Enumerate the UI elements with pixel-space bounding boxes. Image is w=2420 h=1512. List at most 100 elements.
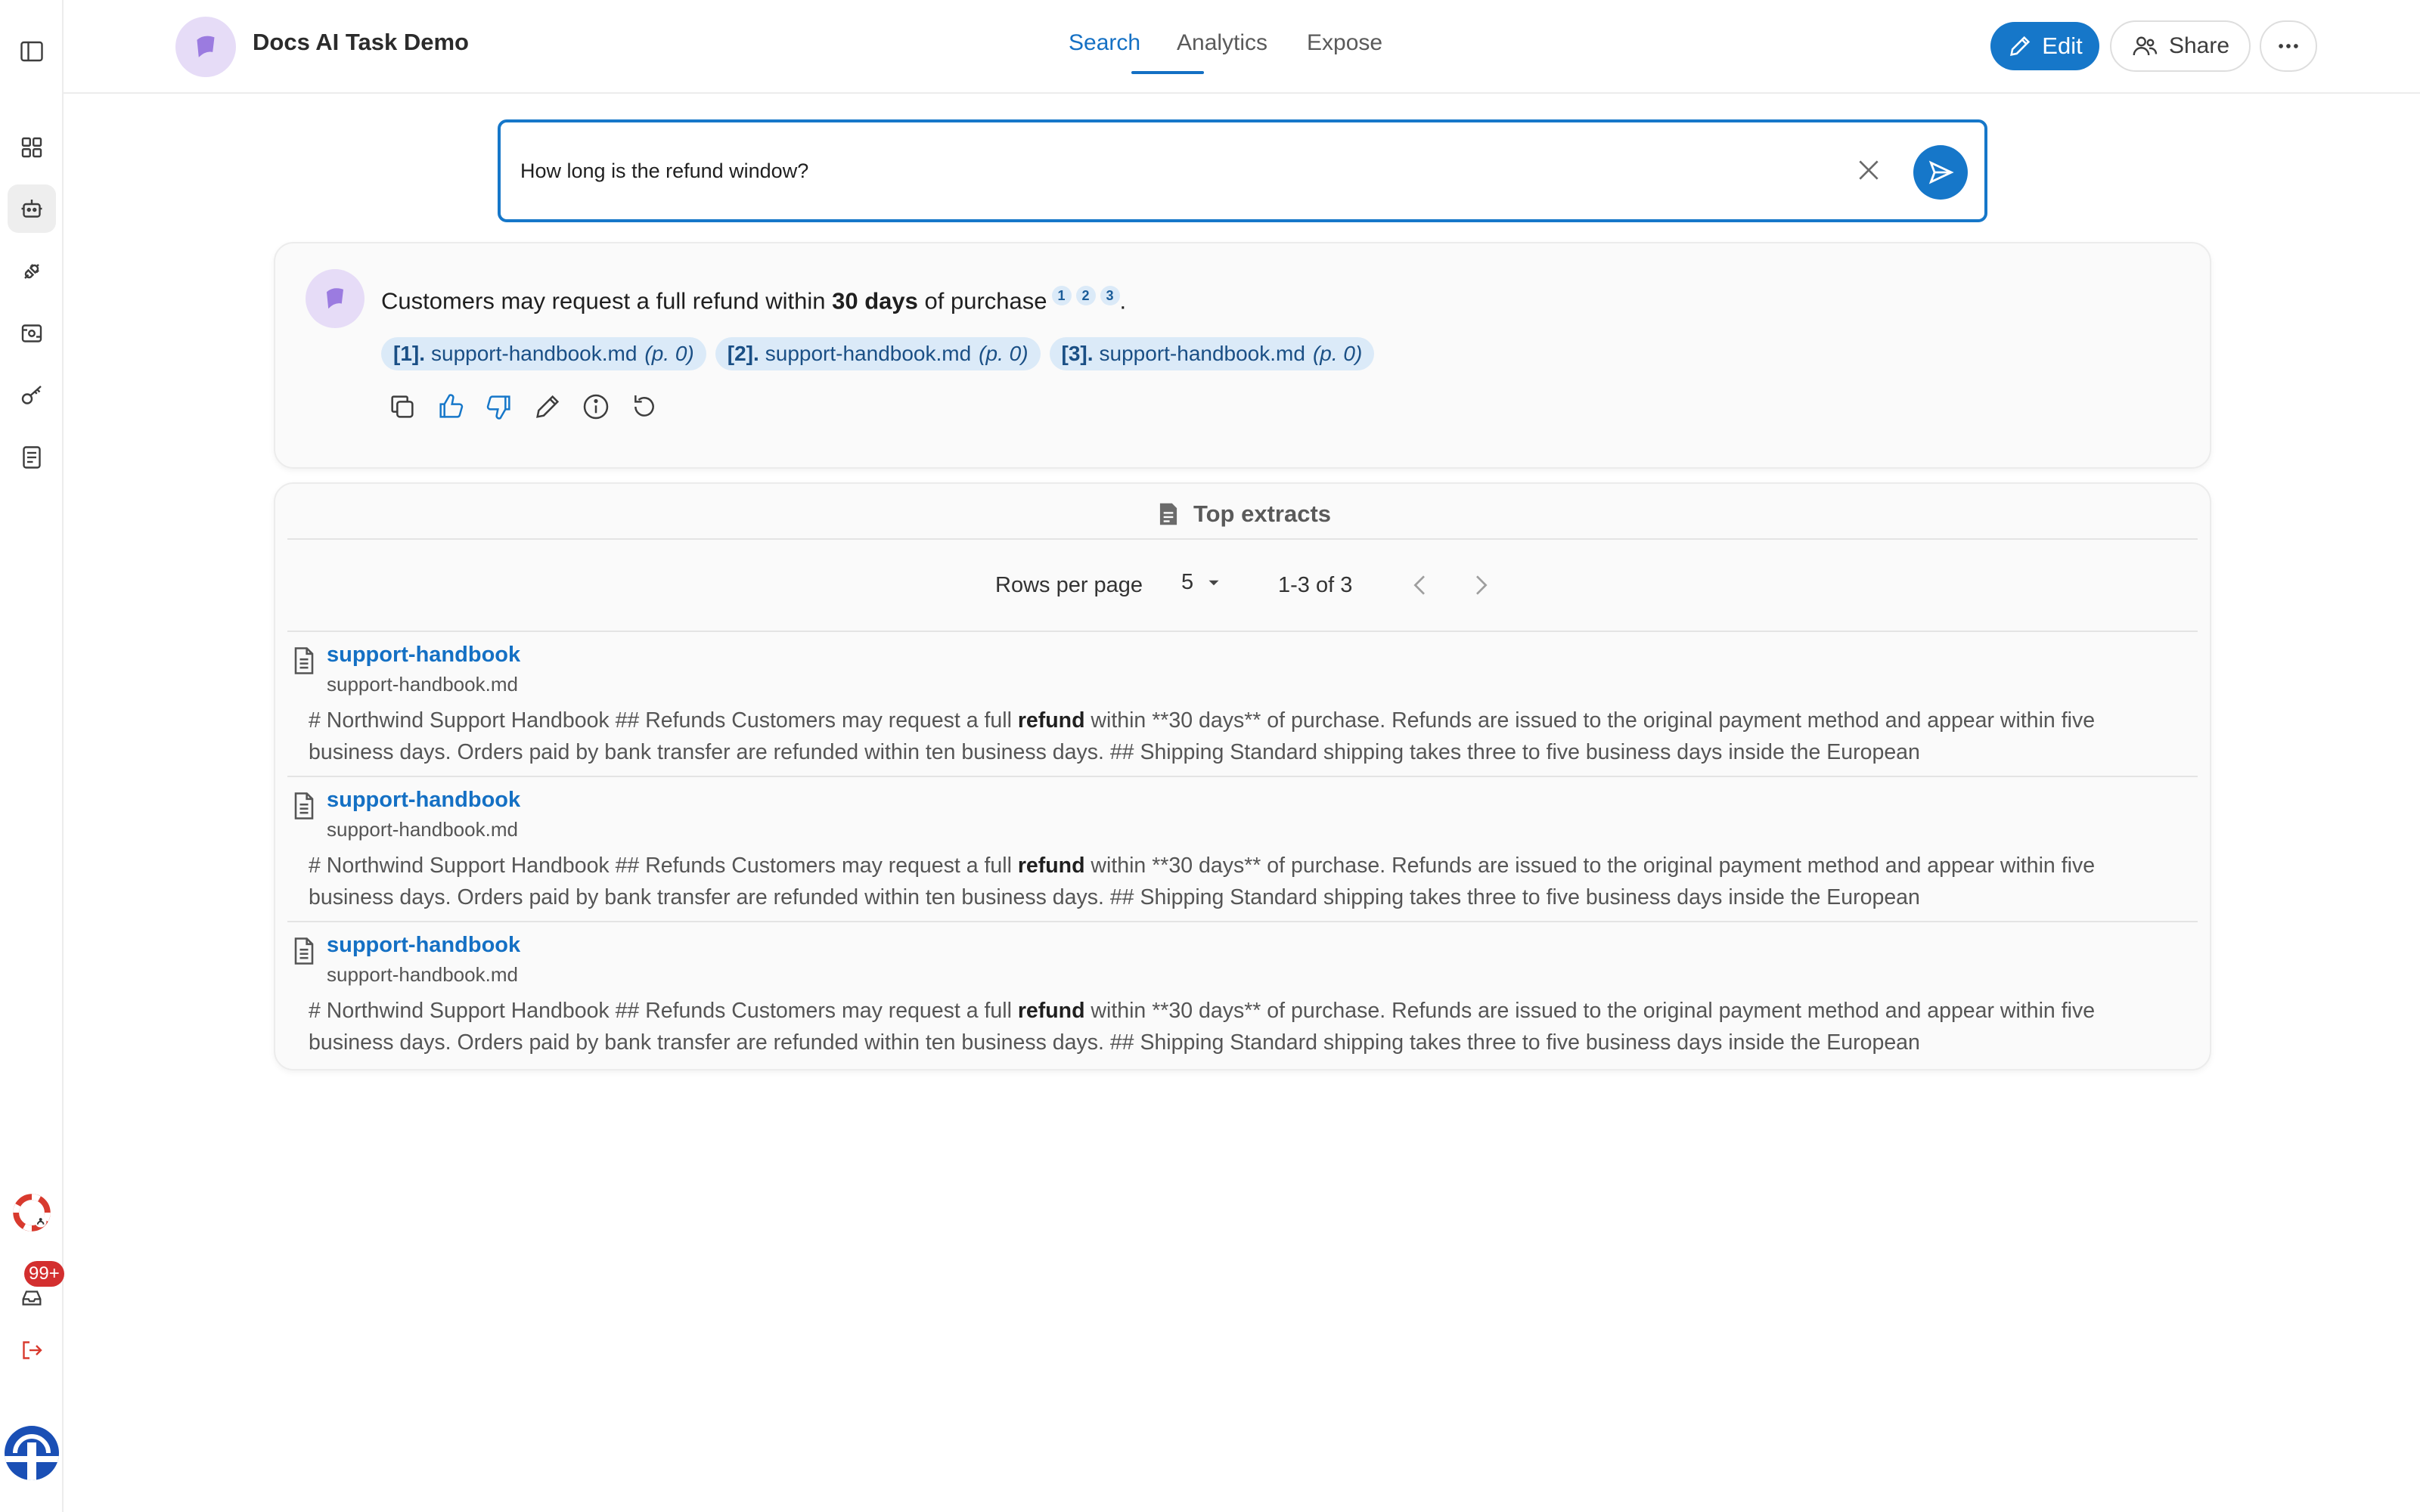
more-options-button[interactable] — [2260, 20, 2317, 72]
chevron-left-icon — [1413, 575, 1425, 595]
extract-snippet: # Northwind Support Handbook ## Refunds … — [309, 850, 2124, 913]
rows-per-page-value: 5 — [1181, 570, 1194, 594]
answer-card: Customers may request a full refund with… — [274, 242, 2211, 469]
divider — [287, 921, 2198, 922]
extract-filename: support-handbook.md — [327, 818, 518, 841]
citation-marker-1[interactable]: 1 — [1051, 286, 1072, 305]
scan-icon[interactable] — [8, 309, 56, 358]
top-header: Docs AI Task Demo Search Analytics Expos… — [64, 0, 2420, 94]
source-chip[interactable]: [3]. support-handbook.md (p. 0) — [1049, 337, 1375, 370]
app-logo — [175, 17, 236, 77]
search-box — [498, 119, 1987, 222]
key-icon[interactable] — [8, 371, 56, 420]
inbox-badge: 99+ — [24, 1261, 64, 1287]
tab-expose[interactable]: Expose — [1307, 30, 1382, 56]
clear-search-button[interactable] — [1851, 153, 1886, 187]
source-chip-page: (p. 0) — [979, 342, 1028, 365]
extract-title-link[interactable]: support-handbook — [327, 788, 520, 813]
answer-highlight: 30 days — [832, 287, 918, 314]
answer-text-end: of purchase — [917, 287, 1047, 314]
extract-snippet: # Northwind Support Handbook ## Refunds … — [309, 995, 2124, 1058]
snippet-highlight: refund — [1017, 999, 1085, 1023]
copy-icon[interactable] — [387, 392, 417, 422]
file-icon — [294, 792, 314, 820]
close-icon — [1859, 160, 1879, 180]
extract-title-link[interactable]: support-handbook — [327, 643, 520, 668]
refresh-icon[interactable] — [629, 392, 659, 422]
answer-actions — [387, 392, 659, 422]
more-horizontal-icon — [2279, 44, 2298, 48]
logout-icon[interactable] — [8, 1326, 56, 1374]
edit-button[interactable]: Edit — [1990, 22, 2099, 70]
tab-search[interactable]: Search — [1069, 30, 1140, 56]
pencil-icon[interactable] — [532, 392, 563, 422]
snippet-text: # Northwind Support Handbook ## Refunds … — [309, 999, 1018, 1023]
info-icon[interactable] — [581, 392, 611, 422]
source-chip-file: support-handbook.md — [1099, 342, 1305, 365]
support-icon[interactable] — [8, 1188, 56, 1237]
user-avatar[interactable] — [5, 1426, 59, 1480]
source-chip-page: (p. 0) — [644, 342, 694, 365]
extracts-title: Top extracts — [1193, 500, 1332, 527]
source-chip[interactable]: [2]. support-handbook.md (p. 0) — [715, 337, 1041, 370]
share-button[interactable]: Share — [2110, 20, 2251, 72]
snippet-highlight: refund — [1017, 854, 1085, 878]
source-chip[interactable]: [1]. support-handbook.md (p. 0) — [381, 337, 706, 370]
send-icon — [1928, 160, 1954, 184]
thumbs-down-icon[interactable] — [484, 392, 514, 422]
answer-text-start: Customers may request a full refund with… — [381, 287, 833, 314]
divider — [287, 776, 2198, 777]
source-chip-number: [2]. — [727, 342, 759, 365]
citation-marker-3[interactable]: 3 — [1100, 286, 1120, 305]
extracts-header: Top extracts — [275, 499, 2210, 529]
rows-per-page-label: Rows per page — [995, 573, 1143, 597]
extract-row[interactable]: support-handbook support-handbook.md # N… — [287, 925, 2198, 1070]
rows-per-page-select[interactable]: 5 — [1181, 570, 1224, 595]
answer-text: Customers may request a full refund with… — [381, 286, 1126, 314]
snippet-text: # Northwind Support Handbook ## Refunds … — [309, 708, 1018, 733]
extract-filename: support-handbook.md — [327, 673, 518, 696]
file-icon — [294, 647, 314, 674]
next-page-button[interactable] — [1466, 570, 1496, 600]
source-chip-file: support-handbook.md — [431, 342, 638, 365]
divider — [287, 631, 2198, 632]
document-icon — [1159, 503, 1177, 525]
source-chips: [1]. support-handbook.md (p. 0) [2]. sup… — [381, 337, 1375, 370]
search-input[interactable] — [520, 156, 1806, 186]
extract-row[interactable]: support-handbook support-handbook.md # N… — [287, 635, 2198, 780]
source-chip-number: [1]. — [393, 342, 425, 365]
document-icon[interactable] — [8, 433, 56, 482]
source-chip-page: (p. 0) — [1312, 342, 1363, 365]
snippet-highlight: refund — [1017, 708, 1085, 733]
extract-snippet: # Northwind Support Handbook ## Refunds … — [309, 705, 2124, 768]
left-rail: 99+ — [0, 0, 64, 1512]
assistant-avatar — [306, 269, 365, 328]
users-icon — [2133, 36, 2158, 56]
panel-toggle-icon[interactable] — [8, 27, 56, 76]
caret-down-icon — [1208, 580, 1219, 585]
source-chip-file: support-handbook.md — [765, 342, 972, 365]
extract-row[interactable]: support-handbook support-handbook.md # N… — [287, 780, 2198, 925]
tab-analytics[interactable]: Analytics — [1177, 30, 1267, 56]
citation-marker-2[interactable]: 2 — [1075, 286, 1096, 305]
robot-icon[interactable] — [8, 184, 56, 233]
extract-title-link[interactable]: support-handbook — [327, 933, 520, 958]
pagination-range: 1-3 of 3 — [1278, 573, 1353, 597]
chevron-right-icon — [1476, 575, 1488, 595]
app-title: Docs AI Task Demo — [253, 29, 469, 55]
plug-icon[interactable] — [8, 247, 56, 296]
divider — [287, 538, 2198, 540]
share-button-label: Share — [2168, 33, 2230, 58]
active-tab-indicator — [1131, 71, 1204, 74]
source-chip-number: [3]. — [1061, 342, 1094, 365]
snippet-text: # Northwind Support Handbook ## Refunds … — [309, 854, 1018, 878]
extract-filename: support-handbook.md — [327, 963, 518, 986]
answer-period: . — [1119, 287, 1127, 314]
previous-page-button[interactable] — [1405, 570, 1435, 600]
grid-icon[interactable] — [8, 123, 56, 172]
thumbs-up-icon[interactable] — [436, 392, 466, 422]
top-extracts-panel: Top extracts Rows per page 5 1-3 of 3 su… — [274, 482, 2211, 1070]
edit-button-label: Edit — [2042, 33, 2083, 59]
pencil-icon — [2010, 36, 2031, 56]
send-button[interactable] — [1913, 145, 1968, 200]
